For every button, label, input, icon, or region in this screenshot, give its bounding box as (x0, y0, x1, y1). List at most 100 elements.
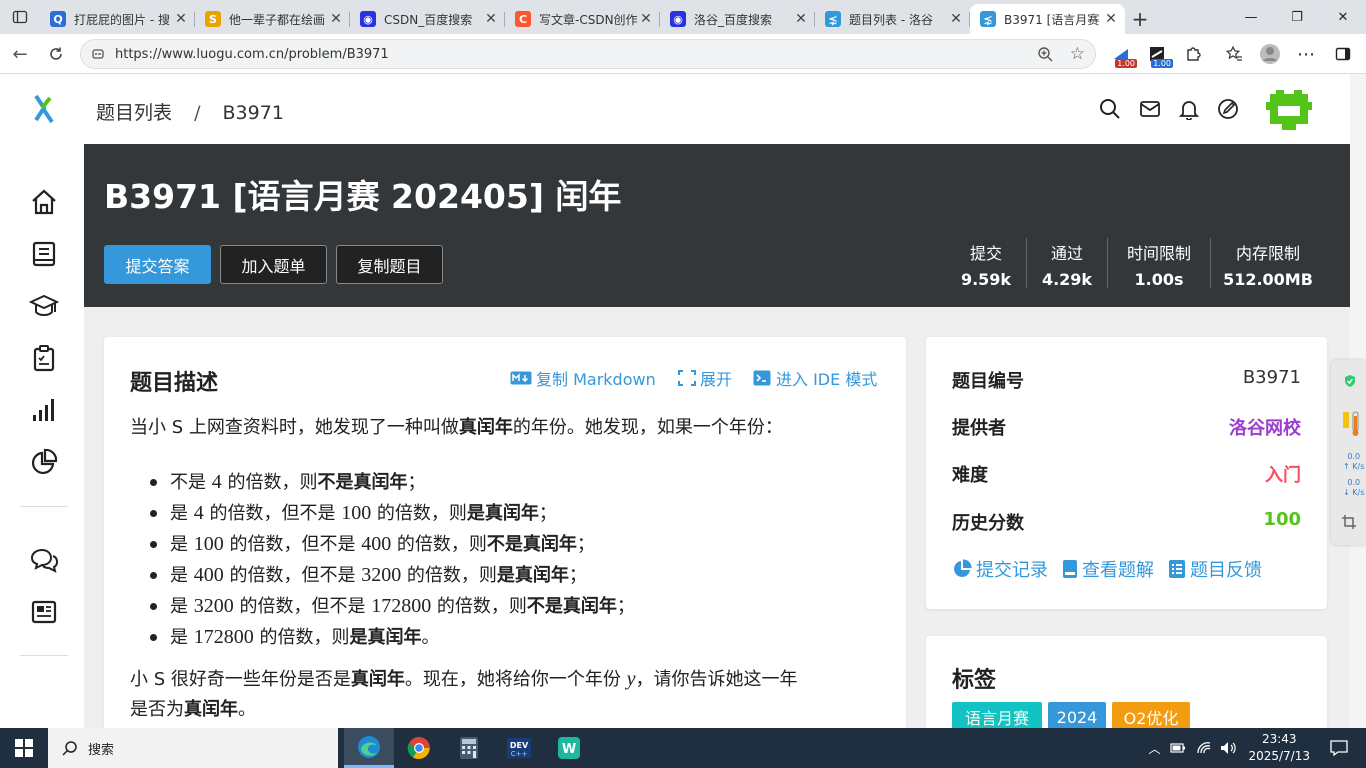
user-avatar[interactable] (1266, 90, 1312, 132)
stat-accepted: 通过 4.29k (1030, 240, 1104, 289)
ranking-bars-icon[interactable] (28, 394, 60, 426)
ide-mode-label: 进入 IDE 模式 (776, 370, 878, 389)
submit-answer-button[interactable]: 提交答案 (104, 245, 211, 284)
rule-text: 。 (421, 627, 440, 648)
url-field[interactable]: https://www.luogu.com.cn/problem/B3971 ☆ (80, 39, 1096, 69)
close-tab-icon[interactable]: ✕ (793, 11, 809, 27)
sidebar-divider (20, 506, 68, 507)
problem-feedback-link[interactable]: 题目反馈 (1168, 556, 1262, 582)
chrome-icon[interactable] (394, 728, 444, 768)
info-value[interactable]: 洛谷网校 (1229, 414, 1301, 440)
tab-actions-icon[interactable] (0, 0, 40, 34)
browser-tab[interactable]: ◉ 洛谷_百度搜索 ✕ (660, 4, 815, 34)
new-tab-button[interactable]: + (1125, 4, 1155, 34)
stat-label: 内存限制 (1235, 244, 1300, 263)
browser-tab[interactable]: ⋨ B3971 [语言月赛 2 ✕ (970, 4, 1125, 34)
download-speed-value: 0.0 (1347, 478, 1361, 487)
wifi-icon[interactable] (1196, 741, 1212, 755)
rule-number: 172800 (371, 595, 432, 617)
stat-time-limit: 时间限制 1.00s (1112, 240, 1206, 289)
browser-tab[interactable]: C 写文章-CSDN创作 ✕ (505, 4, 660, 34)
download-speed: 0.0 ↓ K/s (1343, 478, 1365, 497)
stat-value: 1.00s (1134, 270, 1184, 289)
problem-book-icon[interactable] (28, 238, 60, 270)
breadcrumb-problem-list[interactable]: 题目列表 (96, 102, 172, 124)
copy-markdown-link[interactable]: 复制 Markdown (510, 366, 656, 390)
windows-start-icon[interactable] (0, 728, 48, 768)
sidebar-toggle-icon[interactable] (1331, 42, 1355, 66)
extensions-puzzle-icon[interactable] (1181, 42, 1205, 66)
extension-2-icon[interactable]: 1.00 (1145, 42, 1173, 68)
extension-1-badge: 1.00 (1115, 59, 1137, 68)
reload-button[interactable] (38, 38, 74, 70)
zoom-icon[interactable] (1037, 46, 1053, 66)
taskbar-search-box[interactable]: 搜索 (48, 728, 338, 768)
edge-browser-icon[interactable] (344, 728, 394, 768)
calculator-icon[interactable] (444, 728, 494, 768)
rule-bold: 是真闰年 (496, 565, 569, 586)
taskbar-clock[interactable]: 23:43 2025/7/13 (1248, 731, 1310, 765)
search-icon: Q (50, 11, 66, 27)
discussion-icon[interactable] (28, 544, 60, 576)
add-to-list-button[interactable]: 加入题单 (220, 245, 327, 284)
close-window-button[interactable]: ✕ (1320, 0, 1366, 34)
tray-expand-icon[interactable]: ︿ (1148, 740, 1160, 757)
browser-tab[interactable]: ◉ CSDN_百度搜索 ✕ (350, 4, 505, 34)
graduation-cap-icon[interactable] (28, 290, 60, 322)
extension-1-icon[interactable]: 1.00 (1109, 42, 1137, 68)
search-icon[interactable] (1099, 98, 1123, 122)
copy-problem-button[interactable]: 复制题目 (336, 245, 443, 284)
taskbar-app-icon[interactable]: W (544, 728, 594, 768)
home-icon[interactable] (28, 186, 60, 218)
favorites-icon[interactable] (1222, 42, 1246, 66)
luogu-logo-icon[interactable] (30, 94, 56, 128)
battery-icon[interactable] (1170, 741, 1186, 755)
bell-icon[interactable] (1178, 98, 1202, 122)
close-tab-icon[interactable]: ✕ (948, 11, 964, 27)
page-content: 题目列表 / B3971 B3971 [语言月赛 202405] 闰年 提交答案… (0, 74, 1350, 728)
crop-icon[interactable] (1341, 514, 1357, 530)
devcpp-icon[interactable]: DEV C++ (494, 728, 544, 768)
edit-icon[interactable] (1217, 98, 1241, 122)
rule-item: 不是 4 的倍数，则不是真闰年； (148, 467, 635, 498)
submission-records-link[interactable]: 提交记录 (952, 556, 1048, 582)
rule-text: 的倍数，但不是 (223, 534, 362, 555)
favorite-star-icon[interactable]: ☆ (1070, 44, 1085, 64)
network-speed-widget[interactable]: 0.0 ↑ K/s 0.0 ↓ K/s (1331, 360, 1366, 545)
mail-icon[interactable] (1139, 98, 1163, 122)
news-icon[interactable] (28, 596, 60, 628)
close-tab-icon[interactable]: ✕ (328, 11, 344, 27)
browser-tab-strip: Q 打屁屁的图片 - 搜 ✕ S 他一辈子都在绘画 ✕ ◉ CSDN_百度搜索 ✕ C 写文章-CS… (0, 0, 1366, 34)
more-menu-icon[interactable]: ⋯ (1294, 42, 1318, 66)
question-bold: 真闰年 (184, 699, 238, 720)
ide-mode-link[interactable]: 进入 IDE 模式 (753, 366, 877, 390)
minimize-button[interactable]: — (1228, 0, 1274, 34)
info-row: 题目编号 B3971 (952, 367, 1301, 393)
site-info-icon[interactable] (91, 47, 105, 65)
expand-link[interactable]: 展开 (678, 366, 732, 390)
window-controls: — ❐ ✕ (1228, 0, 1366, 34)
close-tab-icon[interactable]: ✕ (173, 11, 189, 27)
clipboard-list-icon[interactable] (28, 342, 60, 374)
volume-icon[interactable] (1220, 741, 1238, 755)
browser-tab[interactable]: ⋨ 题目列表 - 洛谷 ✕ (815, 4, 970, 34)
pie-chart-icon[interactable] (28, 446, 60, 478)
question-text: 。 (238, 699, 256, 720)
tag-badge[interactable]: O2优化 (1112, 702, 1190, 728)
back-button[interactable]: ← (2, 38, 38, 70)
description-intro: 当小 S 上网查资料时，她发现了一种叫做真闰年的年份。她发现，如果一个年份： (130, 413, 890, 443)
profile-avatar-icon[interactable] (1258, 42, 1282, 66)
close-tab-icon[interactable]: ✕ (1103, 11, 1119, 27)
view-solutions-link[interactable]: 查看题解 (1062, 556, 1154, 582)
tag-badge[interactable]: 2024 (1048, 702, 1106, 728)
restore-button[interactable]: ❐ (1274, 0, 1320, 34)
notification-icon[interactable] (1330, 740, 1348, 756)
browser-tab[interactable]: S 他一辈子都在绘画 ✕ (195, 4, 350, 34)
browser-tab[interactable]: Q 打屁屁的图片 - 搜 ✕ (40, 4, 195, 34)
close-tab-icon[interactable]: ✕ (638, 11, 654, 27)
close-tab-icon[interactable]: ✕ (483, 11, 499, 27)
tag-badge[interactable]: 语言月赛 (952, 702, 1042, 728)
rule-number: 4 (193, 502, 204, 524)
svg-text:W: W (562, 742, 576, 757)
stat-value: 9.59k (960, 270, 1012, 289)
